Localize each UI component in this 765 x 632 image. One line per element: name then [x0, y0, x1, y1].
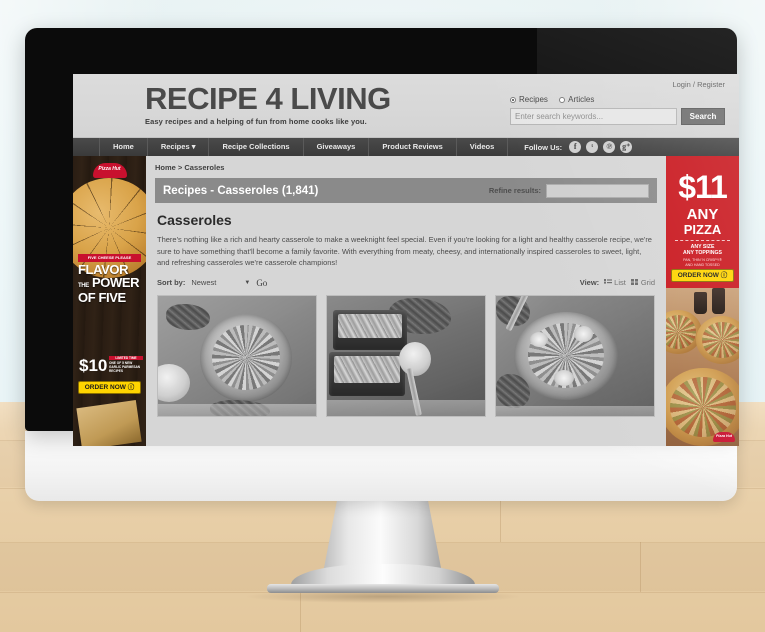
- ad-left-terms: LIMITED TIME ONE OF 5 NEW GARLIC PARMESA…: [109, 356, 143, 373]
- nav-item-giveaways[interactable]: Giveaways: [304, 138, 370, 156]
- nav-item-product-reviews[interactable]: Product Reviews: [369, 138, 457, 156]
- sort-select[interactable]: Newest ▼: [191, 278, 250, 287]
- main-navigation: Home Recipes ▾ Recipe Collections Giveaw…: [73, 138, 739, 156]
- main-content: Home > Casseroles Recipes - Casseroles (…: [146, 156, 666, 446]
- nav-item-recipes[interactable]: Recipes ▾: [148, 138, 210, 156]
- search-input[interactable]: Enter search keywords...: [510, 108, 677, 125]
- view-list-option[interactable]: List: [604, 278, 626, 287]
- ad-left-badge: FIVE CHEESE PLEASE: [78, 254, 141, 262]
- ad-right-sub: ANY SIZE ANY TOPPINGS: [682, 244, 722, 256]
- recipe-thumbnail[interactable]: [326, 294, 486, 417]
- go-button[interactable]: Go: [256, 278, 267, 288]
- grid-icon: [630, 279, 639, 286]
- ad-left-breadstick-image: [76, 400, 142, 446]
- ad-right-cta-button[interactable]: ORDER NOW ⓘ: [671, 269, 734, 282]
- facebook-icon[interactable]: f: [569, 141, 582, 153]
- refine-label: Refine results:: [488, 186, 541, 195]
- ad-right-sub2: PAN, THIN 'N CRISPY® AND HAND TOSSED: [683, 258, 722, 267]
- pizza-hut-logo-right: Pizza Hut: [713, 432, 735, 442]
- breadcrumb[interactable]: Home > Casseroles: [155, 163, 657, 172]
- search-row: Enter search keywords... Search: [510, 108, 725, 125]
- recipe-thumbnail[interactable]: [495, 294, 655, 417]
- page-title: Recipes - Casseroles (1,841): [163, 184, 319, 197]
- recipe-thumbnail-row: [157, 294, 655, 417]
- view-label: View:: [579, 278, 600, 287]
- radio-articles[interactable]: Articles: [559, 95, 594, 104]
- logo-tagline: Easy recipes and a helping of fun from h…: [145, 117, 367, 126]
- radio-recipes-dot: [510, 97, 516, 103]
- section-heading: Casseroles: [157, 212, 232, 228]
- twitter-icon[interactable]: ᵗ: [586, 141, 599, 153]
- nav-item-videos[interactable]: Videos: [457, 138, 509, 156]
- view-grid-label: Grid: [640, 278, 655, 287]
- ad-left-terms-body: ONE OF 5 NEW GARLIC PARMESAN RECIPES: [109, 361, 141, 373]
- radio-articles-dot: [559, 97, 566, 103]
- header-utility: Login / Register Recipes Articles Enter …: [510, 80, 725, 125]
- refine-results: Refine results:: [488, 183, 649, 198]
- radio-recipes-label: Recipes: [519, 95, 548, 104]
- search-scope-radios: Recipes Articles: [510, 95, 725, 104]
- ad-right-line-any: ANY: [686, 206, 719, 223]
- monitor-bezel: RECIPE 4 LIVING Easy recipes and a helpi…: [25, 28, 739, 446]
- listing-controls: Sort by: Newest ▼ Go View: List Grid: [157, 278, 655, 288]
- chevron-down-icon: ▼: [244, 279, 251, 286]
- ad-left-price: $10: [79, 356, 108, 375]
- section-description: There's nothing like a rich and hearty c…: [157, 235, 652, 267]
- scene: RECIPE 4 LIVING Easy recipes and a helpi…: [0, 0, 765, 632]
- ad-left-cta-button[interactable]: ORDER NOW ⓘ: [78, 381, 141, 394]
- googleplus-icon[interactable]: g⁺: [620, 141, 633, 153]
- ad-right-pizza-photo: Pizza Hut: [666, 288, 739, 446]
- ad-left-headline-3: OF FIVE: [78, 290, 126, 305]
- logo-text: RECIPE 4 LIVING: [145, 81, 391, 116]
- follow-us-label: Follow Us:: [524, 142, 563, 152]
- ad-left-headline-small: THE: [78, 282, 89, 289]
- view-controls: View: List Grid: [580, 278, 655, 287]
- refine-input[interactable]: [546, 183, 649, 198]
- view-list-label: List: [614, 278, 626, 287]
- login-register-link[interactable]: Login / Register: [510, 80, 725, 89]
- pinterest-icon[interactable]: ℗: [603, 141, 616, 153]
- site-header: RECIPE 4 LIVING Easy recipes and a helpi…: [73, 74, 739, 138]
- ad-right-pizzahut[interactable]: $11 ANY PIZZA ANY SIZE ANY TOPPINGS PAN,…: [666, 156, 739, 446]
- radio-recipes[interactable]: Recipes: [510, 95, 550, 104]
- list-icon: [604, 279, 613, 286]
- sort-selected-value: Newest: [191, 278, 217, 287]
- view-grid-option[interactable]: Grid: [630, 278, 655, 287]
- ad-right-price: $11: [678, 169, 728, 205]
- pizza-hut-logo-left: Pizza Hut: [92, 163, 127, 178]
- site-logo[interactable]: RECIPE 4 LIVING Easy recipes and a helpi…: [145, 81, 391, 127]
- page-body: Pizza Hut FIVE CHEESE PLEASE FLAVOR THE …: [73, 156, 739, 446]
- listing-title-bar: Recipes - Casseroles (1,841) Refine resu…: [155, 178, 657, 203]
- ad-left-headline: FLAVOR THE POWER OF FIVE: [78, 263, 142, 305]
- radio-articles-label: Articles: [568, 95, 595, 104]
- recipe-thumbnail[interactable]: [157, 294, 317, 417]
- sort-controls: Sort by: Newest ▼ Go: [157, 278, 267, 288]
- search-button[interactable]: Search: [681, 108, 725, 125]
- ad-left-headline-2: POWER: [92, 274, 140, 290]
- nav-item-home[interactable]: Home: [99, 138, 148, 156]
- sort-label: Sort by:: [157, 278, 186, 287]
- nav-item-recipe-collections[interactable]: Recipe Collections: [209, 138, 304, 156]
- ad-left-pizzahut[interactable]: Pizza Hut FIVE CHEESE PLEASE FLAVOR THE …: [73, 156, 146, 446]
- ad-left-terms-head: LIMITED TIME: [109, 356, 143, 360]
- monitor-base: [266, 584, 499, 593]
- browser-screen: RECIPE 4 LIVING Easy recipes and a helpi…: [73, 74, 739, 446]
- ad-right-line-pizza: PIZZA: [683, 222, 722, 237]
